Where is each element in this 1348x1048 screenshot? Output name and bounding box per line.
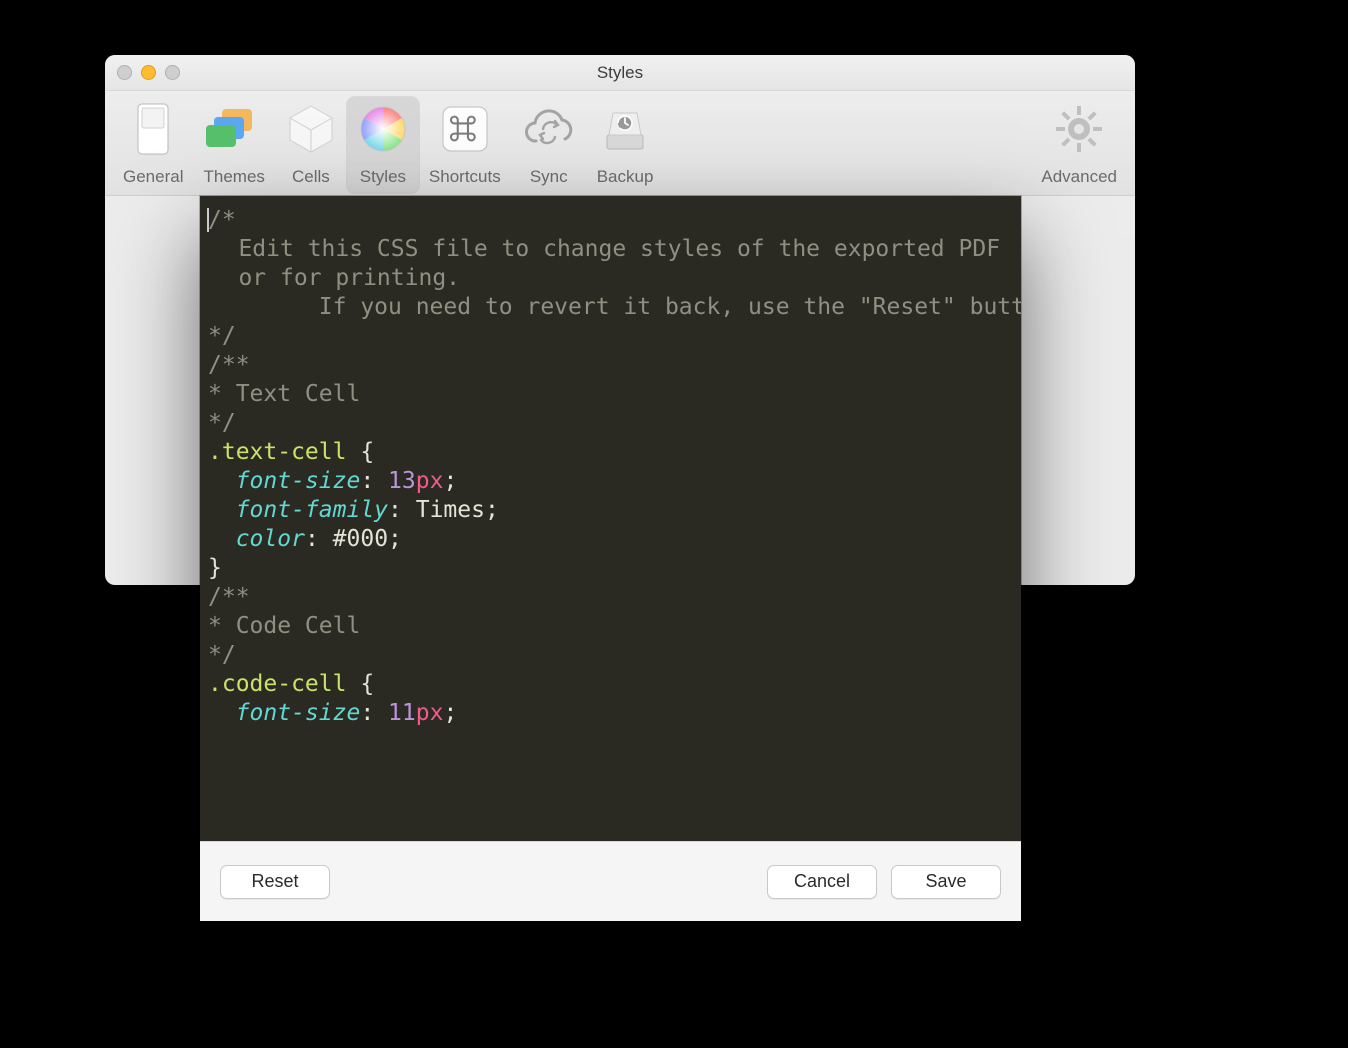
cloud-sync-icon — [521, 101, 577, 157]
save-button[interactable]: Save — [891, 865, 1001, 899]
zoom-icon[interactable] — [165, 65, 180, 80]
cube-icon — [288, 101, 334, 157]
reset-button[interactable]: Reset — [220, 865, 330, 899]
switch-icon — [137, 101, 169, 157]
tab-label: Themes — [203, 167, 264, 193]
code-line: color: #000; — [208, 525, 1013, 554]
code-line: Edit this CSS file to change styles of t… — [208, 235, 1013, 293]
code-line: font-size: 11px; — [208, 699, 1013, 728]
gear-icon — [1054, 101, 1104, 157]
tab-label: General — [123, 167, 183, 193]
traffic-lights — [117, 65, 180, 80]
close-icon[interactable] — [117, 65, 132, 80]
color-wheel-icon — [359, 101, 407, 157]
tab-cells[interactable]: Cells — [275, 97, 347, 193]
css-editor[interactable]: /* Edit this CSS file to change styles o… — [200, 196, 1021, 841]
prefs-toolbar: General Themes Cells — [105, 91, 1135, 196]
command-key-icon — [442, 101, 488, 157]
tab-sync[interactable]: Sync — [511, 97, 587, 193]
editor-footer: Reset Cancel Save — [200, 841, 1021, 921]
code-line: font-size: 13px; — [208, 467, 1013, 496]
code-line: */ — [208, 409, 1013, 438]
text-caret — [207, 208, 209, 232]
tab-shortcuts[interactable]: Shortcuts — [419, 97, 511, 193]
code-line: * Code Cell — [208, 612, 1013, 641]
titlebar: Styles — [105, 55, 1135, 91]
code-line: If you need to revert it back, use the "… — [208, 293, 1013, 322]
themes-icon — [206, 101, 262, 157]
time-machine-icon — [601, 101, 649, 157]
tab-general[interactable]: General — [113, 97, 193, 193]
code-line: font-family: Times; — [208, 496, 1013, 525]
code-line: .code-cell { — [208, 670, 1013, 699]
cancel-button[interactable]: Cancel — [767, 865, 877, 899]
code-line: } — [208, 554, 1013, 583]
code-line: * Text Cell — [208, 380, 1013, 409]
tab-label: Shortcuts — [429, 167, 501, 193]
code-line: .text-cell { — [208, 438, 1013, 467]
tab-label: Sync — [530, 167, 568, 193]
code-line: */ — [208, 322, 1013, 351]
code-line: /** — [208, 351, 1013, 380]
styles-editor-panel: /* Edit this CSS file to change styles o… — [200, 196, 1021, 921]
code-line: */ — [208, 641, 1013, 670]
tab-label: Styles — [360, 167, 406, 193]
tab-styles[interactable]: Styles — [347, 97, 419, 193]
code-line: /** — [208, 583, 1013, 612]
tab-label: Advanced — [1041, 167, 1117, 193]
tab-advanced[interactable]: Advanced — [1031, 97, 1127, 193]
tab-themes[interactable]: Themes — [193, 97, 274, 193]
minimize-icon[interactable] — [141, 65, 156, 80]
tab-label: Cells — [292, 167, 330, 193]
code-line: /* — [208, 206, 1013, 235]
tab-label: Backup — [597, 167, 654, 193]
window-title: Styles — [597, 63, 643, 83]
tab-backup[interactable]: Backup — [587, 97, 664, 193]
